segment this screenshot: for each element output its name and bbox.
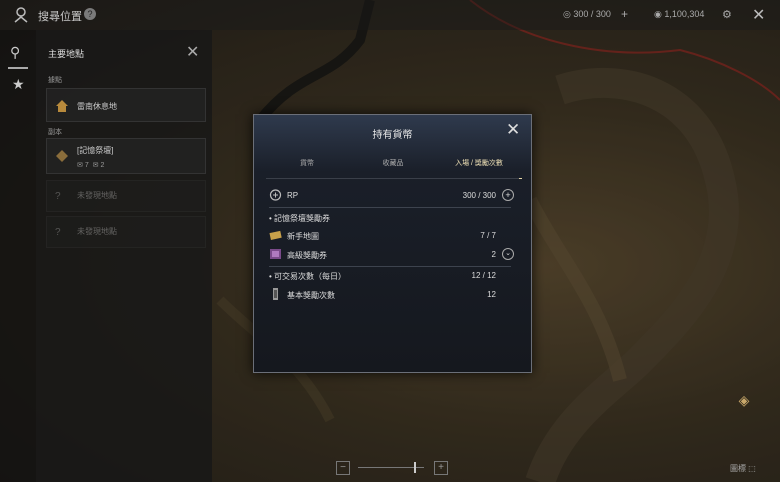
rp-value: 300 / 300 xyxy=(573,9,611,19)
beginner-map-label: 新手地圖 xyxy=(287,232,319,241)
basic-reward-label: 基本獎勵次數 xyxy=(287,291,335,300)
settings-icon[interactable]: ⚙ xyxy=(722,8,732,21)
advanced-ticket-label: 高級獎勵券 xyxy=(287,251,327,260)
modal-title: 持有貨幣 xyxy=(372,130,413,141)
divider xyxy=(269,266,511,267)
beginner-map-value: 7 / 7 xyxy=(480,231,496,240)
legend-button[interactable]: 圖標 ⬚ xyxy=(730,463,756,474)
currency-modal: 持有貨幣 ✕ 貨幣 收藏品 入場 / 獎勵次數 RP 300 / 300 + •… xyxy=(253,114,532,373)
zoom-slider-handle[interactable] xyxy=(414,462,417,473)
location-label: 未發現地點 xyxy=(77,191,117,200)
house-icon xyxy=(56,100,68,112)
tab-collectibles[interactable]: 收藏品 xyxy=(350,158,436,168)
modal-tabs: 貨幣 收藏品 入場 / 獎勵次數 xyxy=(264,158,522,180)
add-rp-button[interactable]: + xyxy=(621,7,628,21)
tab-entry-rewards[interactable]: 入場 / 獎勵次數 xyxy=(436,158,522,168)
beginner-map-row: 新手地圖 7 / 7 xyxy=(269,229,516,243)
dungeon-icon xyxy=(56,150,68,162)
gold-counter: ◉ 1,100,304 xyxy=(654,9,705,19)
question-icon: ? xyxy=(55,191,61,202)
zoom-in-button[interactable]: + xyxy=(434,461,448,475)
help-icon[interactable]: ? xyxy=(84,8,96,20)
tab-divider xyxy=(266,178,519,179)
left-rail: ⚲ ★ xyxy=(0,30,36,482)
dungeon-count-1: 7 xyxy=(84,162,89,169)
zoom-out-button[interactable]: − xyxy=(336,461,350,475)
location-card-rest-area[interactable]: 雷南休息地 xyxy=(46,88,206,122)
advanced-ticket-row: 高級獎勵券 2 ⌄ xyxy=(269,248,516,262)
basic-reward-value: 12 xyxy=(487,290,496,299)
zoom-control: − + xyxy=(336,461,448,475)
search-location-title: 搜尋位置 xyxy=(38,11,82,23)
section-stronghold-label: 據點 xyxy=(48,77,62,84)
location-icon xyxy=(14,7,28,23)
close-modal-button[interactable]: ✕ xyxy=(506,121,520,138)
reward-group-label: 記憶祭壇獎勵券 xyxy=(274,214,331,223)
active-indicator xyxy=(8,67,28,69)
rp-amount: 300 / 300 xyxy=(462,191,496,200)
reward-group-title: • 記憶祭壇獎勵券 xyxy=(269,214,331,223)
rp-row: RP 300 / 300 + xyxy=(269,189,516,203)
rp-label: RP xyxy=(287,191,299,200)
location-card-dungeon[interactable]: [記憶祭壇] ✉ 7 ✉ 2 xyxy=(46,138,206,174)
close-panel-button[interactable]: ✕ xyxy=(186,42,199,62)
location-label: 未發現地點 xyxy=(77,227,117,236)
map-pin-icon[interactable]: ⚲ xyxy=(10,44,20,61)
location-label: 雷南休息地 xyxy=(77,102,117,111)
divider xyxy=(269,207,511,208)
scroll-icon xyxy=(273,288,278,300)
trade-count-label: 可交易次數（每日） xyxy=(274,272,347,281)
section-dungeon-label: 副本 xyxy=(48,129,62,136)
location-card-undiscovered[interactable]: ? 未發現地點 xyxy=(46,216,206,248)
trade-count-title: • 可交易次數（每日） 12 / 12 xyxy=(269,271,496,281)
top-bar: 搜尋位置 ? ◎ 300 / 300 + ◉ 1,100,304 ⚙ ✕ xyxy=(0,0,780,30)
dungeon-counts: ✉ 7 ✉ 2 xyxy=(77,161,104,169)
map-ticket-icon xyxy=(269,230,282,240)
legend-label: 圖標 xyxy=(730,464,746,473)
location-card-undiscovered[interactable]: ? 未發現地點 xyxy=(46,180,206,212)
advanced-ticket-value: 2 xyxy=(491,250,496,259)
location-panel: 主要地點 ✕ 據點 雷南休息地 副本 [記憶祭壇] ✉ 7 ✉ 2 ? 未發現地… xyxy=(36,30,212,482)
trade-count-value: 12 / 12 xyxy=(471,271,496,280)
question-icon: ? xyxy=(55,227,61,238)
rp-icon xyxy=(269,189,282,201)
basic-reward-row: 基本獎勵次數 12 xyxy=(269,288,516,302)
ticket-icon: ✉ xyxy=(77,162,83,169)
gold-value: 1,100,304 xyxy=(664,9,705,19)
compass-icon[interactable]: ◈ xyxy=(730,392,758,416)
voucher-icon: ✉ xyxy=(92,162,99,169)
advanced-ticket-icon xyxy=(270,249,281,259)
close-map-button[interactable]: ✕ xyxy=(752,5,765,25)
favorites-star-icon[interactable]: ★ xyxy=(12,76,25,93)
dungeon-label: [記憶祭壇] xyxy=(77,146,114,155)
dungeon-count-2: 2 xyxy=(100,162,105,169)
tab-currency[interactable]: 貨幣 xyxy=(264,158,350,168)
panel-title: 主要地點 xyxy=(48,49,85,59)
add-rp-icon[interactable]: + xyxy=(502,189,514,201)
rp-counter: ◎ 300 / 300 xyxy=(563,9,611,19)
expand-chevron-icon[interactable]: ⌄ xyxy=(502,248,514,260)
